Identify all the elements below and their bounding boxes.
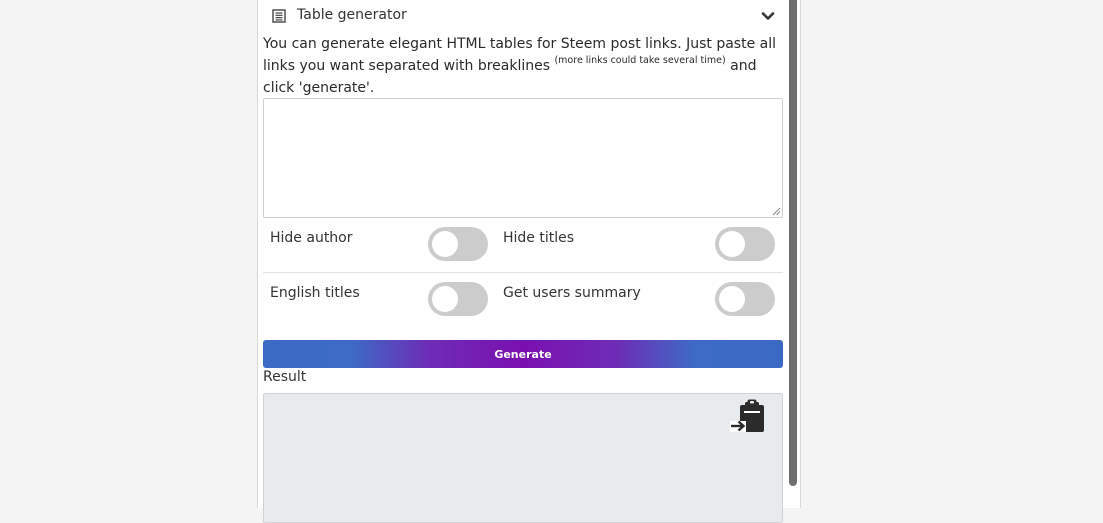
result-label: Result: [263, 369, 307, 385]
toggle-knob: [719, 286, 745, 312]
generator-description: You can generate elegant HTML tables for…: [263, 33, 783, 99]
result-output[interactable]: [263, 393, 783, 523]
hide-titles-label: Hide titles: [503, 230, 575, 246]
description-note: (more links could take several time): [554, 55, 726, 66]
clipboard-paste-icon[interactable]: [729, 399, 767, 435]
hide-titles-toggle[interactable]: [715, 227, 775, 261]
generate-button[interactable]: Generate: [263, 340, 783, 368]
toggle-knob: [432, 286, 458, 312]
toggle-knob: [719, 231, 745, 257]
links-textarea[interactable]: [263, 98, 783, 218]
chevron-down-icon[interactable]: [761, 9, 775, 23]
english-titles-toggle[interactable]: [428, 282, 488, 316]
scrollbar-thumb[interactable]: [789, 0, 797, 486]
table-list-icon: [272, 9, 286, 23]
generator-header[interactable]: Table generator: [263, 0, 783, 32]
generator-title: Table generator: [297, 7, 407, 23]
hide-author-toggle[interactable]: [428, 227, 488, 261]
toggle-knob: [432, 231, 458, 257]
options-row: English titles Get users summary: [263, 273, 783, 327]
users-summary-label: Get users summary: [503, 285, 641, 301]
options-row: Hide author Hide titles: [263, 218, 783, 273]
users-summary-toggle[interactable]: [715, 282, 775, 316]
resize-grip-icon[interactable]: [771, 206, 781, 216]
hide-author-label: Hide author: [270, 230, 353, 246]
english-titles-label: English titles: [270, 285, 360, 301]
